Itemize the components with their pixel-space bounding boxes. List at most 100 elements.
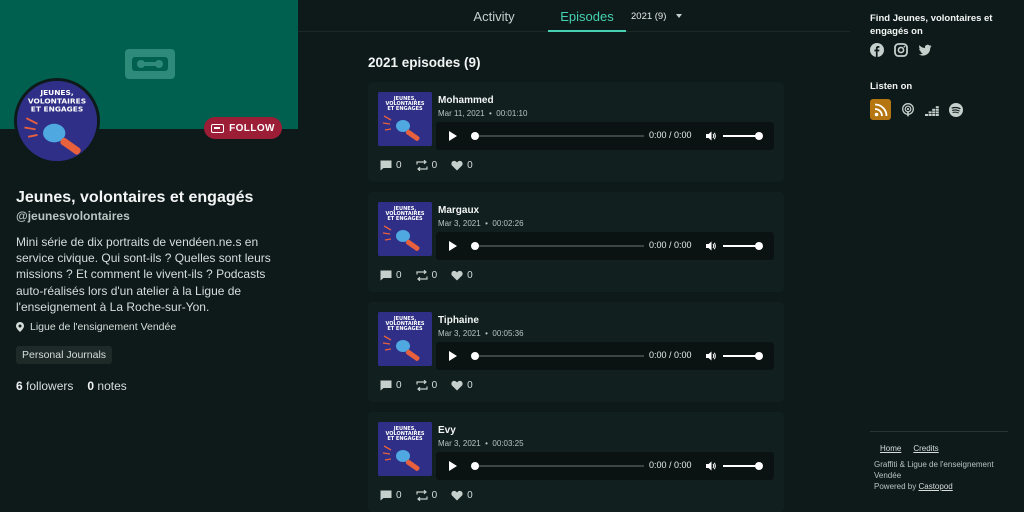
followers-stat: 6 followers <box>16 379 74 393</box>
audio-player: 0:00 / 0:00 <box>436 342 774 370</box>
progress-track[interactable] <box>476 245 644 247</box>
progress-track[interactable] <box>476 465 644 467</box>
deezer-icon[interactable] <box>925 103 939 117</box>
heart-icon <box>451 380 463 391</box>
progress-track[interactable] <box>476 135 644 137</box>
shares-action[interactable]: 0 <box>415 380 437 391</box>
comments-action[interactable]: 0 <box>380 490 402 501</box>
progress-handle[interactable] <box>471 462 479 470</box>
comments-action[interactable]: 0 <box>380 160 402 171</box>
episode-duration: 00:02:26 <box>492 219 524 228</box>
repeat-icon <box>415 490 428 501</box>
volume-handle[interactable] <box>755 352 763 360</box>
episode-cover[interactable]: JEUNES, VOLONTAIRES ET ENGAGES <box>378 312 432 366</box>
progress-track[interactable] <box>476 355 644 357</box>
podcast-icon[interactable] <box>901 102 915 117</box>
meta-separator: • <box>485 439 488 448</box>
rss-icon[interactable] <box>870 99 891 120</box>
shares-action[interactable]: 0 <box>415 270 438 281</box>
episode-date: Mar 3, 2021 <box>438 329 481 338</box>
volume-icon[interactable] <box>705 460 717 472</box>
follow-button[interactable]: FOLLOW <box>204 117 282 139</box>
progress-handle[interactable] <box>471 132 479 140</box>
play-icon[interactable] <box>449 351 457 361</box>
castopod-link[interactable]: Castopod <box>918 482 952 491</box>
volume-icon[interactable] <box>705 130 717 142</box>
volume-handle[interactable] <box>755 242 763 250</box>
comments-count: 0 <box>396 160 402 171</box>
play-icon[interactable] <box>449 241 457 251</box>
episode-date: Mar 11, 2021 <box>438 109 485 118</box>
footer-link-home[interactable]: Home <box>880 444 901 453</box>
episode-title[interactable]: Evy <box>438 425 456 436</box>
shares-action[interactable]: 0 <box>415 160 437 171</box>
shares-action[interactable]: 0 <box>415 490 437 501</box>
audio-player: 0:00 / 0:00 <box>436 232 774 260</box>
episode-date: Mar 3, 2021 <box>438 439 481 448</box>
heart-icon <box>451 490 463 501</box>
episode-card[interactable]: JEUNES, VOLONTAIRES ET ENGAGES Tiphaine … <box>368 302 784 402</box>
episode-title[interactable]: Margaux <box>438 205 479 216</box>
progress-handle[interactable] <box>471 242 479 250</box>
likes-action[interactable]: 0 <box>451 270 473 281</box>
year-select[interactable]: 2021 (9) <box>631 0 683 32</box>
tab-activity[interactable]: Activity <box>466 0 522 32</box>
player-time: 0:00 / 0:00 <box>649 460 692 470</box>
listen-links <box>870 99 963 120</box>
play-icon[interactable] <box>449 461 457 471</box>
episode-card[interactable]: JEUNES, VOLONTAIRES ET ENGAGES Margaux M… <box>368 192 784 292</box>
likes-count: 0 <box>467 380 473 391</box>
volume-icon[interactable] <box>705 350 717 362</box>
comments-count: 0 <box>396 380 402 391</box>
volume-track[interactable] <box>723 355 759 357</box>
meta-separator: • <box>485 219 488 228</box>
volume-handle[interactable] <box>755 462 763 470</box>
comments-action[interactable]: 0 <box>380 270 402 281</box>
likes-action[interactable]: 0 <box>451 160 473 171</box>
episode-title[interactable]: Mohammed <box>438 95 494 106</box>
episodes-section-title: 2021 episodes (9) <box>368 55 481 70</box>
episode-cover[interactable]: JEUNES, VOLONTAIRES ET ENGAGES <box>378 202 432 256</box>
player-time: 0:00 / 0:00 <box>649 240 692 250</box>
volume-handle[interactable] <box>755 132 763 140</box>
volume-track[interactable] <box>723 465 759 467</box>
svg-text:ET ENGAGES: ET ENGAGES <box>387 106 423 112</box>
volume-track[interactable] <box>723 135 759 137</box>
episode-card[interactable]: JEUNES, VOLONTAIRES ET ENGAGES Mohammed … <box>368 82 784 182</box>
volume-track[interactable] <box>723 245 759 247</box>
episode-card[interactable]: JEUNES, VOLONTAIRES ET ENGAGES Evy Mar 3… <box>368 412 784 512</box>
facebook-icon[interactable] <box>870 43 884 57</box>
svg-text:ET ENGAGES: ET ENGAGES <box>387 216 423 222</box>
comments-count: 0 <box>396 270 402 281</box>
comments-count: 0 <box>396 490 402 501</box>
svg-text:ET ENGAGES: ET ENGAGES <box>31 105 83 114</box>
progress-handle[interactable] <box>471 352 479 360</box>
repeat-icon <box>415 380 428 391</box>
likes-action[interactable]: 0 <box>451 490 473 501</box>
comments-action[interactable]: 0 <box>380 380 402 391</box>
year-select-label: 2021 (9) <box>631 10 667 22</box>
tab-episodes[interactable]: Episodes <box>548 0 626 32</box>
volume-icon[interactable] <box>705 240 717 252</box>
spotify-icon[interactable] <box>949 102 963 117</box>
comment-icon <box>380 490 392 501</box>
episode-actions: 0 0 0 <box>380 270 473 281</box>
heart-icon <box>451 270 463 281</box>
episode-duration: 00:03:25 <box>492 439 524 448</box>
episode-cover[interactable]: JEUNES, VOLONTAIRES ET ENGAGES <box>378 422 432 476</box>
podcast-title: Jeunes, volontaires et engagés <box>16 189 254 206</box>
shares-count: 0 <box>431 270 438 281</box>
top-navigation: Activity Episodes 2021 (9) <box>298 0 850 32</box>
play-icon[interactable] <box>449 131 457 141</box>
episode-meta: Mar 3, 2021 • 00:03:25 <box>438 439 524 448</box>
episode-cover[interactable]: JEUNES, VOLONTAIRES ET ENGAGES <box>378 92 432 146</box>
episode-meta: Mar 3, 2021 • 00:05:36 <box>438 329 524 338</box>
footer-link-credits[interactable]: Credits <box>913 444 938 453</box>
twitter-icon[interactable] <box>918 43 932 57</box>
repeat-icon <box>415 270 428 281</box>
footer-links: Home Credits <box>880 444 939 453</box>
instagram-icon[interactable] <box>894 43 908 57</box>
likes-action[interactable]: 0 <box>451 380 473 391</box>
likes-count: 0 <box>467 160 473 171</box>
episode-title[interactable]: Tiphaine <box>438 315 479 326</box>
